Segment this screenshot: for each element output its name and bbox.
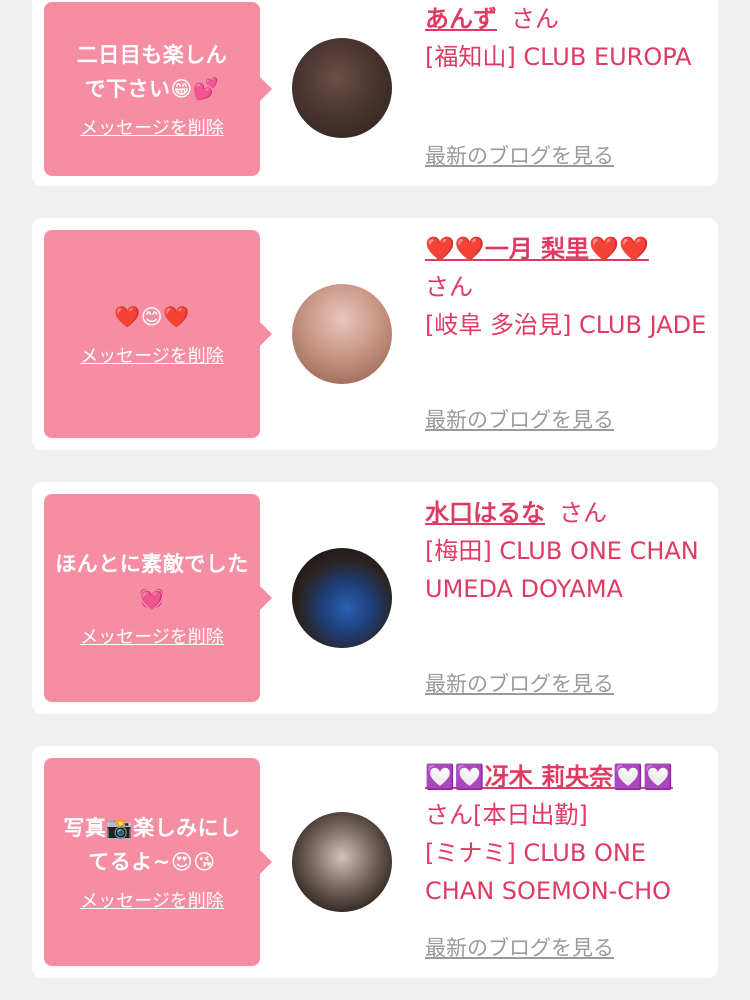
latest-blog-link[interactable]: 最新のブログを見る [425, 668, 614, 698]
avatar[interactable] [292, 284, 392, 384]
latest-blog-link[interactable]: 最新のブログを見る [425, 404, 614, 434]
message-text: ほんとに素敵でした💓 [55, 552, 249, 610]
profile-info: あんず さん [福知山] CLUB EUROPA [425, 0, 708, 76]
name-line: 水口はるな さん [425, 494, 708, 532]
message-text: ❤️😊❤️ [114, 305, 190, 329]
honorific: さん [511, 5, 559, 33]
cast-name-link[interactable]: 💟💟冴木 莉央奈💟💟 [425, 763, 673, 791]
delete-message-link[interactable]: メッセージを削除 [80, 342, 224, 368]
shop-name: [ミナミ] CLUB ONE CHAN SOEMON-CHO [425, 839, 671, 905]
profile-info: 💟💟冴木 莉央奈💟💟 さん[本日出勤] [ミナミ] CLUB ONE CHAN … [425, 758, 708, 910]
honorific: さん[本日出勤] [425, 801, 588, 829]
name-line: ❤️❤️一月 梨里❤️❤️ [425, 230, 708, 268]
profile-info: ❤️❤️一月 梨里❤️❤️ さん [岐阜 多治見] CLUB JADE [425, 230, 708, 344]
shop-name: [梅田] CLUB ONE CHAN UMEDA DOYAMA [425, 537, 699, 603]
avatar[interactable] [292, 548, 392, 648]
delete-message-link[interactable]: メッセージを削除 [80, 114, 224, 140]
avatar[interactable] [292, 38, 392, 138]
purple-heart-icon: 💟💟 [425, 763, 485, 791]
profile-info: 水口はるな さん [梅田] CLUB ONE CHAN UMEDA DOYAMA [425, 494, 708, 608]
latest-blog-link[interactable]: 最新のブログを見る [425, 140, 614, 170]
heart-icon: ❤️❤️ [589, 235, 649, 263]
message-bubble: 二日目も楽しんで下さい😁💕 メッセージを削除 [44, 2, 272, 176]
message-card: ほんとに素敵でした💓 メッセージを削除 水口はるな さん [梅田] CLUB ON… [32, 482, 718, 714]
shop-name: [岐阜 多治見] CLUB JADE [425, 311, 707, 339]
message-text: 二日目も楽しんで下さい😁💕 [76, 43, 228, 101]
heart-icon: ❤️❤️ [425, 235, 485, 263]
message-bubble: ❤️😊❤️ メッセージを削除 [44, 230, 272, 438]
message-bubble: ほんとに素敵でした💓 メッセージを削除 [44, 494, 272, 702]
message-text: 写真📸楽しみにしてるよ~😍😘 [63, 816, 241, 874]
name-line: 💟💟冴木 莉央奈💟💟 [425, 758, 708, 796]
honorific: さん [425, 273, 473, 301]
cast-name-link[interactable]: あんず [425, 5, 497, 33]
avatar[interactable] [292, 812, 392, 912]
purple-heart-icon: 💟💟 [613, 763, 673, 791]
delete-message-link[interactable]: メッセージを削除 [80, 623, 224, 649]
honorific: さん [559, 499, 607, 527]
message-card: 二日目も楽しんで下さい😁💕 メッセージを削除 あんず さん [福知山] CLUB … [32, 0, 718, 186]
message-bubble: 写真📸楽しみにしてるよ~😍😘 メッセージを削除 [44, 758, 272, 966]
message-card: 写真📸楽しみにしてるよ~😍😘 メッセージを削除 💟💟冴木 莉央奈💟💟 さん[本日… [32, 746, 718, 978]
latest-blog-link[interactable]: 最新のブログを見る [425, 932, 614, 962]
cast-name-link[interactable]: ❤️❤️一月 梨里❤️❤️ [425, 235, 649, 263]
shop-name: [福知山] CLUB EUROPA [425, 43, 692, 71]
cast-name-link[interactable]: 水口はるな [425, 499, 545, 527]
message-card: ❤️😊❤️ メッセージを削除 ❤️❤️一月 梨里❤️❤️ さん [岐阜 多治見]… [32, 218, 718, 450]
name-line: あんず さん [425, 0, 708, 38]
delete-message-link[interactable]: メッセージを削除 [80, 887, 224, 913]
